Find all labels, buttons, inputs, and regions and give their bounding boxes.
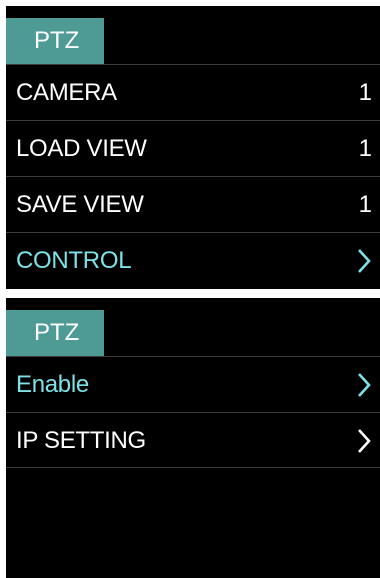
menu-item-label: CAMERA	[16, 79, 117, 106]
tab-ptz[interactable]: PTZ	[6, 310, 104, 356]
chevron-right-icon	[358, 429, 371, 453]
menu-item-label: LOAD VIEW	[16, 135, 147, 162]
menu-item-value: 1	[358, 135, 372, 162]
ptz-menu-panel: PTZ CAMERA 1 LOAD VIEW 1 SAVE VIEW 1 CON…	[6, 6, 380, 289]
menu-item-ip-setting[interactable]: IP SETTING	[6, 412, 380, 468]
menu-item-value: 1	[358, 79, 372, 106]
tab-ptz[interactable]: PTZ	[6, 18, 104, 64]
ptz-submenu-panel: PTZ Enable IP SETTING	[6, 298, 380, 578]
menu-item-load-view[interactable]: LOAD VIEW 1	[6, 120, 380, 176]
menu-item-label: Enable	[16, 371, 89, 398]
menu-item-control[interactable]: CONTROL	[6, 232, 380, 288]
menu-item-save-view[interactable]: SAVE VIEW 1	[6, 176, 380, 232]
tab-header: PTZ	[6, 298, 380, 356]
menu-item-value: 1	[358, 191, 372, 218]
menu-item-enable[interactable]: Enable	[6, 356, 380, 412]
menu-item-label: IP SETTING	[16, 427, 146, 454]
menu-item-camera[interactable]: CAMERA 1	[6, 64, 380, 120]
menu-item-label: CONTROL	[16, 247, 132, 274]
chevron-right-icon	[358, 249, 371, 273]
tab-header: PTZ	[6, 6, 380, 64]
menu-item-label: SAVE VIEW	[16, 191, 144, 218]
chevron-right-icon	[358, 373, 371, 397]
